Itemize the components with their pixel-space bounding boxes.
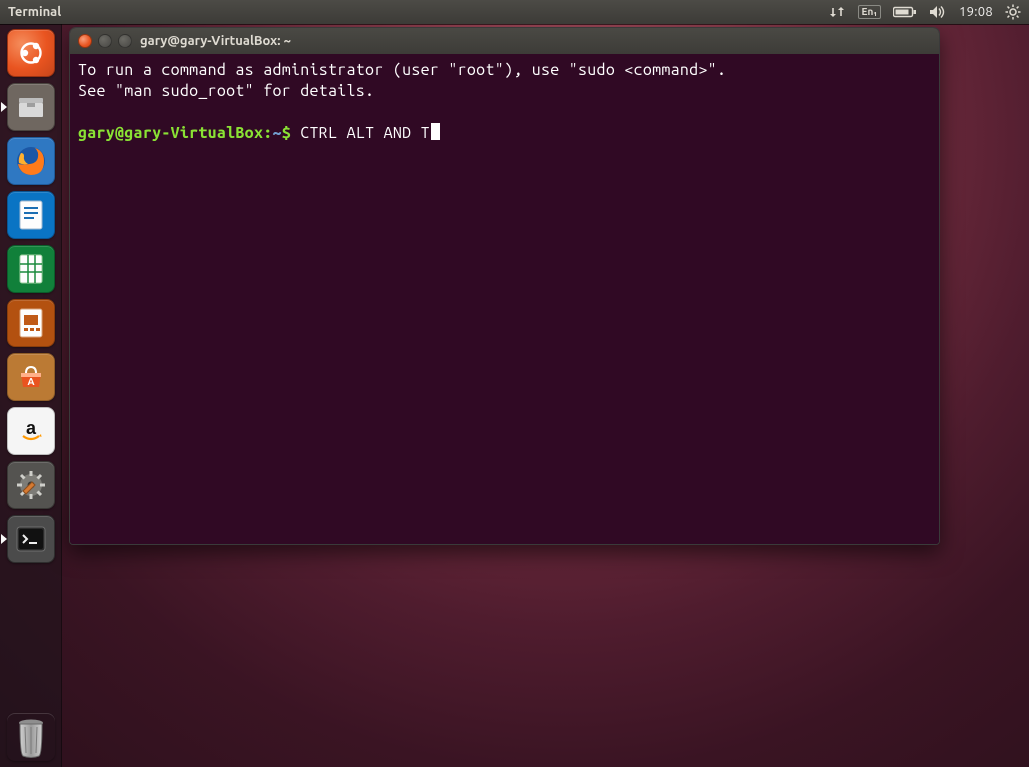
libreoffice-impress-icon[interactable] <box>7 299 55 347</box>
window-titlebar[interactable]: gary@gary-VirtualBox: ~ <box>70 28 939 54</box>
svg-text:A: A <box>27 376 34 387</box>
terminal-blank-line <box>78 102 931 123</box>
ubuntu-software-icon[interactable]: A <box>7 353 55 401</box>
terminal-launcher-icon[interactable] <box>7 515 55 563</box>
terminal-motd-line: To run a command as administrator (user … <box>78 60 931 81</box>
menubar-left: Terminal <box>8 5 828 19</box>
window-title: gary@gary-VirtualBox: ~ <box>140 34 291 48</box>
libreoffice-writer-icon[interactable] <box>7 191 55 239</box>
prompt-space <box>291 124 300 142</box>
prompt-userhost: gary@gary-VirtualBox: <box>78 124 272 142</box>
trash-icon[interactable] <box>7 713 55 761</box>
libreoffice-calc-icon[interactable] <box>7 245 55 293</box>
window-maximize-button[interactable] <box>118 34 132 48</box>
terminal-cursor <box>431 123 440 140</box>
files-icon[interactable] <box>7 83 55 131</box>
keyboard-language-indicator[interactable]: En₁ <box>858 0 881 24</box>
battery-icon[interactable] <box>893 0 917 24</box>
prompt-dollar: $ <box>282 124 291 142</box>
keyboard-language-label: En₁ <box>858 5 881 19</box>
svg-text:a: a <box>25 418 36 438</box>
network-icon[interactable] <box>828 0 846 24</box>
terminal-body[interactable]: To run a command as administrator (user … <box>70 54 939 544</box>
running-pip-icon <box>1 102 7 112</box>
window-minimize-button[interactable] <box>98 34 112 48</box>
session-gear-icon[interactable] <box>1005 0 1021 24</box>
menubar-indicators: En₁ 19:08 <box>828 0 1021 24</box>
terminal-window: gary@gary-VirtualBox: ~ To run a command… <box>69 27 940 545</box>
running-pip-icon <box>1 534 7 544</box>
window-close-button[interactable] <box>78 34 92 48</box>
prompt-typed-text: CTRL ALT AND T <box>300 124 430 142</box>
firefox-icon[interactable] <box>7 137 55 185</box>
top-menubar: Terminal En₁ 19:08 <box>0 0 1029 24</box>
terminal-prompt-line: gary@gary-VirtualBox:~$ CTRL ALT AND T <box>78 123 931 144</box>
prompt-cwd: ~ <box>272 124 281 142</box>
window-buttons <box>78 34 132 48</box>
sound-icon[interactable] <box>929 0 947 24</box>
active-app-title: Terminal <box>8 5 61 19</box>
system-settings-icon[interactable] <box>7 461 55 509</box>
unity-launcher: A a <box>0 24 62 767</box>
amazon-icon[interactable]: a <box>7 407 55 455</box>
terminal-motd-line: See "man sudo_root" for details. <box>78 81 931 102</box>
dash-home-icon[interactable] <box>7 29 55 77</box>
clock[interactable]: 19:08 <box>959 0 993 24</box>
